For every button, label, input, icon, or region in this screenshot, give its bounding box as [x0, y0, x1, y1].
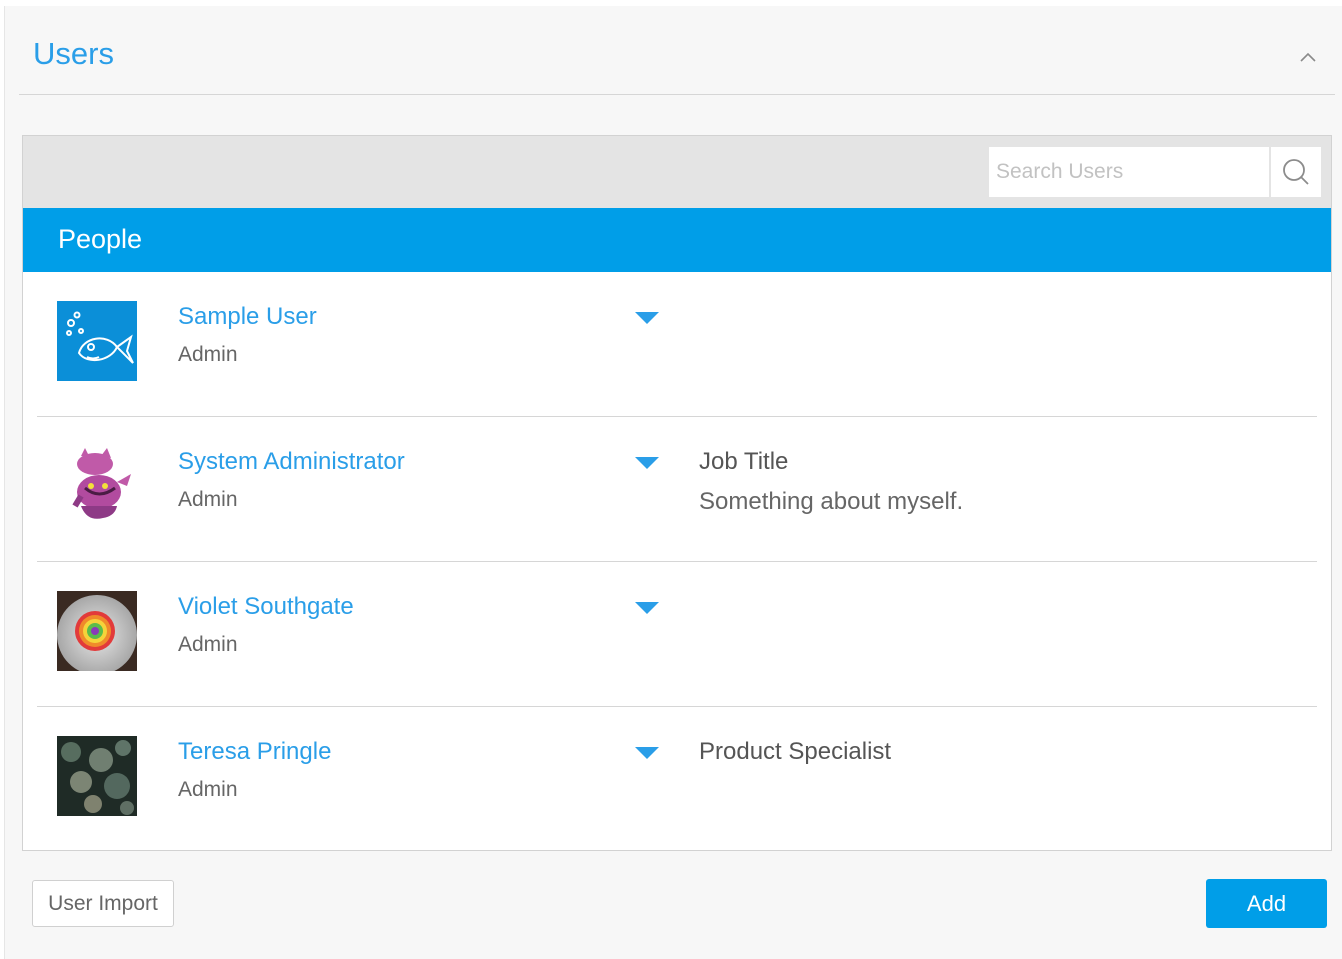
user-role: Admin	[178, 488, 238, 511]
chevron-up-icon[interactable]	[1297, 46, 1319, 68]
search-icon	[1283, 159, 1309, 185]
cat-avatar[interactable]	[57, 446, 137, 526]
user-row: System Administrator Admin Job Title Som…	[37, 417, 1317, 562]
users-panel: Users People	[4, 6, 1342, 959]
user-name-link[interactable]: Violet Southgate	[178, 593, 354, 620]
user-role: Admin	[178, 778, 238, 801]
caret-down-icon[interactable]	[635, 602, 659, 616]
user-role: Admin	[178, 633, 238, 656]
caret-down-icon[interactable]	[635, 312, 659, 326]
swirl-avatar[interactable]	[57, 591, 137, 671]
bokeh-avatar-image	[57, 736, 137, 816]
user-row: Violet Southgate Admin	[37, 562, 1317, 707]
panel-header: Users	[19, 6, 1335, 95]
add-user-button[interactable]: Add	[1206, 879, 1327, 928]
fish-avatar-image	[57, 301, 137, 381]
cat-avatar-image	[57, 446, 137, 526]
user-name-link[interactable]: Teresa Pringle	[178, 738, 331, 765]
fish-avatar[interactable]	[57, 301, 137, 381]
section-title: People	[58, 224, 143, 254]
bokeh-avatar[interactable]	[57, 736, 137, 816]
user-job-title: Job Title	[699, 448, 789, 475]
panel-title: Users	[33, 36, 114, 71]
search-button[interactable]	[1270, 147, 1321, 197]
search-input[interactable]	[989, 147, 1269, 197]
user-name-link[interactable]: Sample User	[178, 303, 317, 330]
swirl-avatar-image	[57, 591, 137, 671]
user-about: Something about myself.	[699, 488, 964, 515]
search-toolbar	[23, 136, 1331, 208]
caret-down-icon[interactable]	[635, 457, 659, 471]
user-list: Sample User Admin System Administrator A…	[37, 272, 1317, 851]
user-row: Teresa Pringle Admin Product Specialist	[37, 707, 1317, 851]
user-job-title: Product Specialist	[699, 738, 892, 765]
caret-down-icon[interactable]	[635, 747, 659, 761]
user-role: Admin	[178, 343, 238, 366]
section-header-people: People	[23, 208, 1331, 272]
user-name-link[interactable]: System Administrator	[178, 448, 405, 475]
user-import-button[interactable]: User Import	[32, 880, 174, 927]
users-box: People	[22, 135, 1332, 851]
user-row: Sample User Admin	[37, 272, 1317, 417]
